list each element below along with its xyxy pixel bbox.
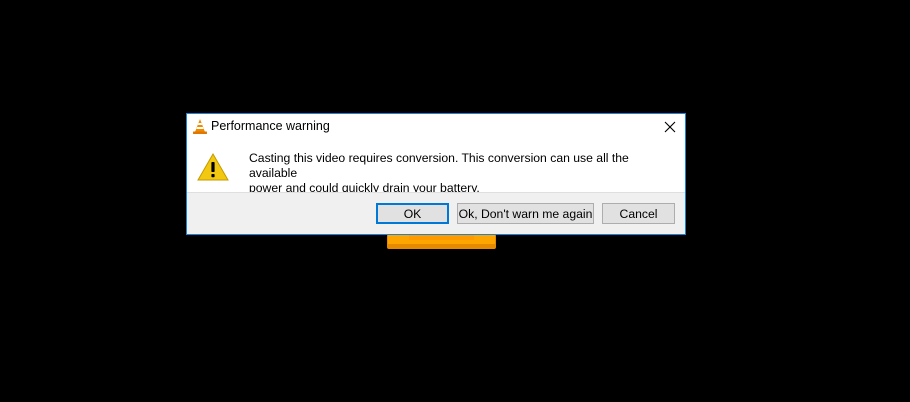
dialog-titlebar[interactable]: Performance warning (187, 114, 685, 140)
vlc-cone-icon (193, 119, 207, 134)
close-button[interactable] (655, 114, 685, 140)
warning-message-line-1: Casting this video requires conversion. … (249, 151, 629, 180)
dialog-content: Casting this video requires conversion. … (187, 140, 685, 195)
dialog-title: Performance warning (211, 119, 330, 133)
ok-button[interactable]: OK (376, 203, 449, 224)
cancel-button[interactable]: Cancel (602, 203, 675, 224)
warning-message: Casting this video requires conversion. … (249, 151, 679, 196)
player-background: Performance warning Casting this video r… (0, 0, 910, 402)
performance-warning-dialog: Performance warning Casting this video r… (186, 113, 686, 235)
dont-warn-again-button[interactable]: Ok, Don't warn me again (457, 203, 594, 224)
warning-icon (197, 152, 229, 181)
close-icon (664, 121, 676, 133)
dialog-button-bar: OK Ok, Don't warn me again Cancel (187, 192, 685, 234)
